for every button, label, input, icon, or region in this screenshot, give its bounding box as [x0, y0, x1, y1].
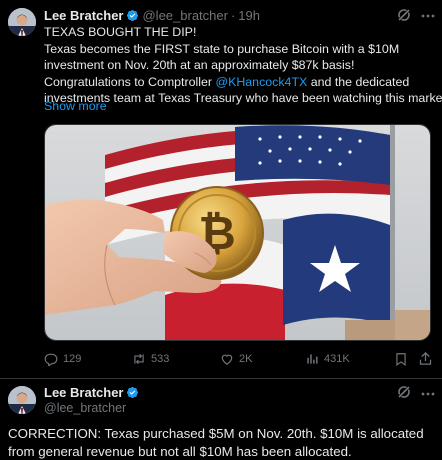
like-button[interactable]: 2K: [220, 350, 252, 368]
more-options-icon[interactable]: [420, 386, 436, 402]
bookmark-icon[interactable]: [394, 352, 408, 366]
reply-line: CORRECTION: Texas purchased $5M on Nov. …: [8, 426, 424, 441]
tweet-line: TEXAS BOUGHT THE DIP!: [44, 25, 197, 39]
reply-count: 129: [63, 353, 82, 365]
reply-button[interactable]: 129: [44, 350, 81, 368]
tweet[interactable]: Lee Bratcher @lee_bratcher · 19h TEXAS B…: [0, 0, 442, 378]
tweet-line: Congratulations to Comptroller @KHancock…: [44, 74, 436, 91]
tweet-divider: [0, 378, 442, 379]
tweet-line: investment on Nov. 20th at an approximat…: [44, 58, 355, 73]
mention-link[interactable]: @KHancock4TX: [216, 75, 308, 89]
reply-text: CORRECTION: Texas purchased $5M on Nov. …: [8, 425, 438, 460]
like-count: 2K: [239, 353, 253, 365]
repost-icon: [134, 353, 144, 365]
repost-button[interactable]: 533: [132, 350, 169, 368]
reply-header: Lee Bratcher: [44, 384, 142, 400]
views-button[interactable]: 431K: [305, 350, 350, 368]
author-name[interactable]: Lee Bratcher: [44, 385, 123, 400]
tweet-header: Lee Bratcher @lee_bratcher · 19h: [44, 6, 260, 24]
views-chart-icon: [307, 354, 318, 364]
more-options-icon[interactable]: [420, 8, 436, 24]
tweet-text-fragment: and the dedicated: [307, 74, 410, 89]
verified-badge-icon: [127, 386, 139, 398]
reply-icon: [44, 353, 58, 366]
repost-count: 533: [151, 353, 170, 365]
avatar[interactable]: [8, 386, 36, 414]
timestamp[interactable]: 19h: [238, 8, 260, 23]
grok-icon[interactable]: [396, 7, 412, 23]
hand-holding-bitcoin-photo: ₿: [45, 125, 430, 340]
verified-badge-icon: [127, 9, 139, 21]
tweet-text: TEXAS BOUGHT THE DIP! Texas becomes the …: [44, 24, 442, 107]
grok-icon[interactable]: [396, 384, 412, 400]
share-icon[interactable]: [418, 351, 433, 366]
tweet-actions: 129 533 2K 431K: [44, 350, 436, 368]
author-handle[interactable]: @lee_bratcher: [44, 401, 126, 415]
tweet-media-photo[interactable]: ₿: [44, 124, 431, 341]
heart-icon: [221, 354, 233, 365]
reply-line: from general revenue but not all $10M ha…: [8, 443, 352, 459]
avatar[interactable]: [8, 8, 36, 36]
tweet-line: Texas becomes the FIRST state to purchas…: [44, 41, 400, 56]
separator: ·: [230, 7, 236, 23]
tweet-text-fragment: Congratulations to Comptroller: [44, 74, 216, 89]
author-name[interactable]: Lee Bratcher: [44, 8, 123, 23]
views-count: 431K: [324, 353, 350, 365]
author-handle[interactable]: @lee_bratcher: [142, 8, 227, 23]
show-more-link[interactable]: Show more: [44, 99, 107, 113]
